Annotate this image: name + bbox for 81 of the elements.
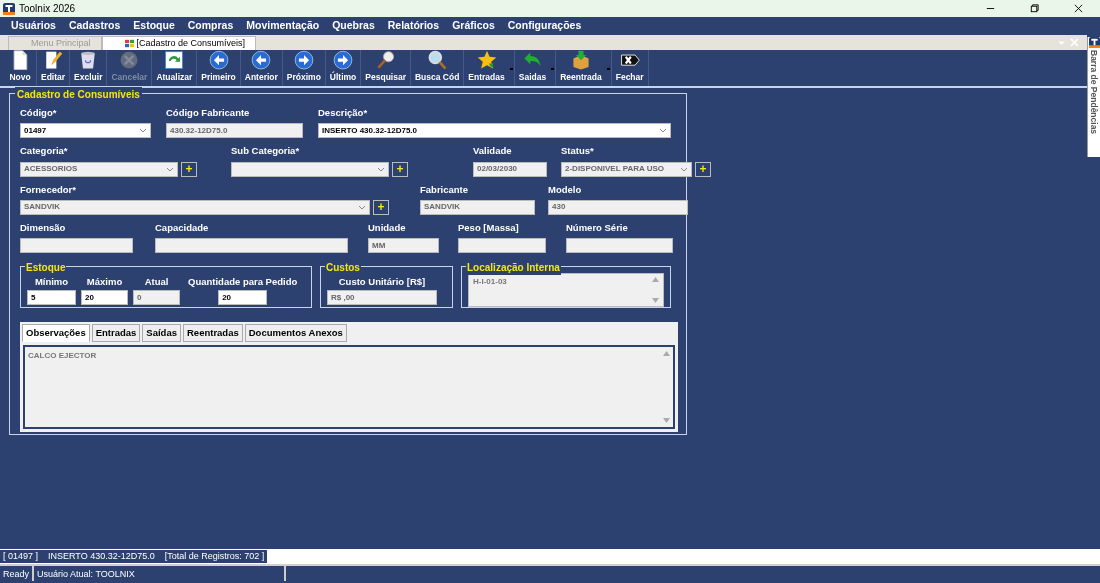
record-text: [ 01497 ] xyxy=(3,549,39,563)
status-text: Ready xyxy=(0,566,34,581)
input-field[interactable]: 5 xyxy=(27,290,76,306)
dropdown-icon xyxy=(1057,38,1066,47)
field-label: Unidade xyxy=(368,220,407,235)
field-value: H-I-01-03 xyxy=(473,276,507,288)
chevron-down-icon xyxy=(358,204,366,210)
side-panel[interactable]: Barra de Pendências xyxy=(1087,37,1100,157)
field-label: Número Série xyxy=(566,220,629,235)
menu-item[interactable]: Relatórios xyxy=(387,18,440,34)
toolbar-button[interactable]: Próximo xyxy=(282,50,326,86)
chevron-down-icon xyxy=(166,166,174,172)
scroll-down-icon[interactable] xyxy=(663,418,670,425)
field-label: Sub Categoria* xyxy=(231,144,301,159)
input-field[interactable]: 20 xyxy=(218,290,268,306)
side-panel-label: Barra de Pendências xyxy=(1088,50,1100,135)
app-logo-icon xyxy=(1088,37,1100,48)
notes-field[interactable]: CALCO EJECTOR xyxy=(23,345,675,430)
tab[interactable]: Entradas xyxy=(91,324,141,343)
window-title: Toolnix 2026 xyxy=(19,2,76,16)
field-label: Validade xyxy=(473,144,513,159)
field-label: Mínimo xyxy=(34,275,69,289)
field-label: Categoria* xyxy=(20,144,69,159)
close-icon[interactable] xyxy=(1072,3,1084,14)
field-label: Atual xyxy=(144,275,169,289)
field-label: Capacidade xyxy=(155,220,210,235)
menu-item[interactable]: Gráficos xyxy=(452,18,495,34)
field-label: Modelo xyxy=(548,182,583,197)
field-label: Fornecedor* xyxy=(20,182,77,197)
chevron-down-icon xyxy=(139,128,147,134)
tab[interactable]: Documentos Anexos xyxy=(244,324,347,343)
toolbar-button[interactable]: Atualizar xyxy=(152,50,198,86)
chevron-down-icon xyxy=(377,166,385,172)
field-label: Custo Unitário [R$] xyxy=(338,275,426,289)
field-label: Dimensão xyxy=(20,220,67,235)
group-title: Estoque xyxy=(25,260,67,275)
record-text: [Total de Registros: 702 ] xyxy=(164,549,265,563)
menu-item[interactable]: Movimentação xyxy=(246,18,320,34)
field-label: Peso [Massa] xyxy=(458,220,520,235)
toolbar-button[interactable]: Primeiro xyxy=(197,50,241,86)
toolbar-button[interactable]: Saidas xyxy=(514,50,557,86)
dropdown-field[interactable]: 01497 xyxy=(20,123,151,139)
field-label: Código Fabricante xyxy=(166,106,251,120)
toolbar-button[interactable]: Anterior xyxy=(240,50,283,86)
field-label: Status* xyxy=(561,144,595,159)
toolbar-button[interactable]: Último xyxy=(325,50,362,86)
record-text: INSERTO 430.32-12D75.0 xyxy=(48,549,155,563)
menu-item[interactable]: Configurações xyxy=(507,18,582,34)
scroll-up-icon[interactable] xyxy=(663,350,670,357)
restore-icon[interactable] xyxy=(1028,3,1040,14)
document-tab[interactable]: [Cadastro de Consumíveis] xyxy=(101,36,257,50)
menu-item[interactable]: Cadastros xyxy=(68,18,121,34)
toolbar-button[interactable]: Editar xyxy=(37,50,71,86)
toolbar-button[interactable]: Pesquisar xyxy=(361,50,411,86)
notes-text: CALCO EJECTOR xyxy=(28,350,97,363)
field-label: Máximo xyxy=(86,275,123,289)
tab[interactable]: Observações xyxy=(22,324,90,343)
status-text: Usuário Atual: TOOLNIX xyxy=(34,566,286,581)
app-logo-icon xyxy=(3,2,15,15)
toolbar-button[interactable]: Reentrada xyxy=(556,50,612,86)
window-icon xyxy=(124,39,134,48)
toolbar-button[interactable]: Excluir xyxy=(70,50,108,86)
input-field[interactable]: 20 xyxy=(81,290,128,306)
chevron-down-icon xyxy=(659,128,667,134)
group-title: Localização Interna xyxy=(466,260,561,275)
dropdown-field[interactable]: INSERTO 430.32-12D75.0 xyxy=(318,123,671,139)
menu-item[interactable]: Usuários xyxy=(11,18,56,34)
chevron-down-icon xyxy=(680,166,688,172)
menu-item[interactable]: Estoque xyxy=(133,18,175,34)
menu-item[interactable]: Compras xyxy=(187,18,234,34)
toolbar-button[interactable]: Novo xyxy=(4,50,37,86)
toolbar-button[interactable]: Busca Cód xyxy=(410,50,465,86)
tab[interactable]: Reentradas xyxy=(183,324,243,343)
toolbar-button[interactable]: Entradas xyxy=(464,50,515,86)
field-label: Quantidade para Pedido xyxy=(188,275,298,289)
menu-item[interactable]: Quebras xyxy=(332,18,375,34)
tab[interactable]: Saídas xyxy=(142,324,181,343)
field-label: Fabricante xyxy=(420,182,470,197)
field-label: Código* xyxy=(20,106,58,120)
toolbar-button[interactable]: Fechar xyxy=(611,50,649,86)
field-label: Descrição* xyxy=(318,106,369,120)
